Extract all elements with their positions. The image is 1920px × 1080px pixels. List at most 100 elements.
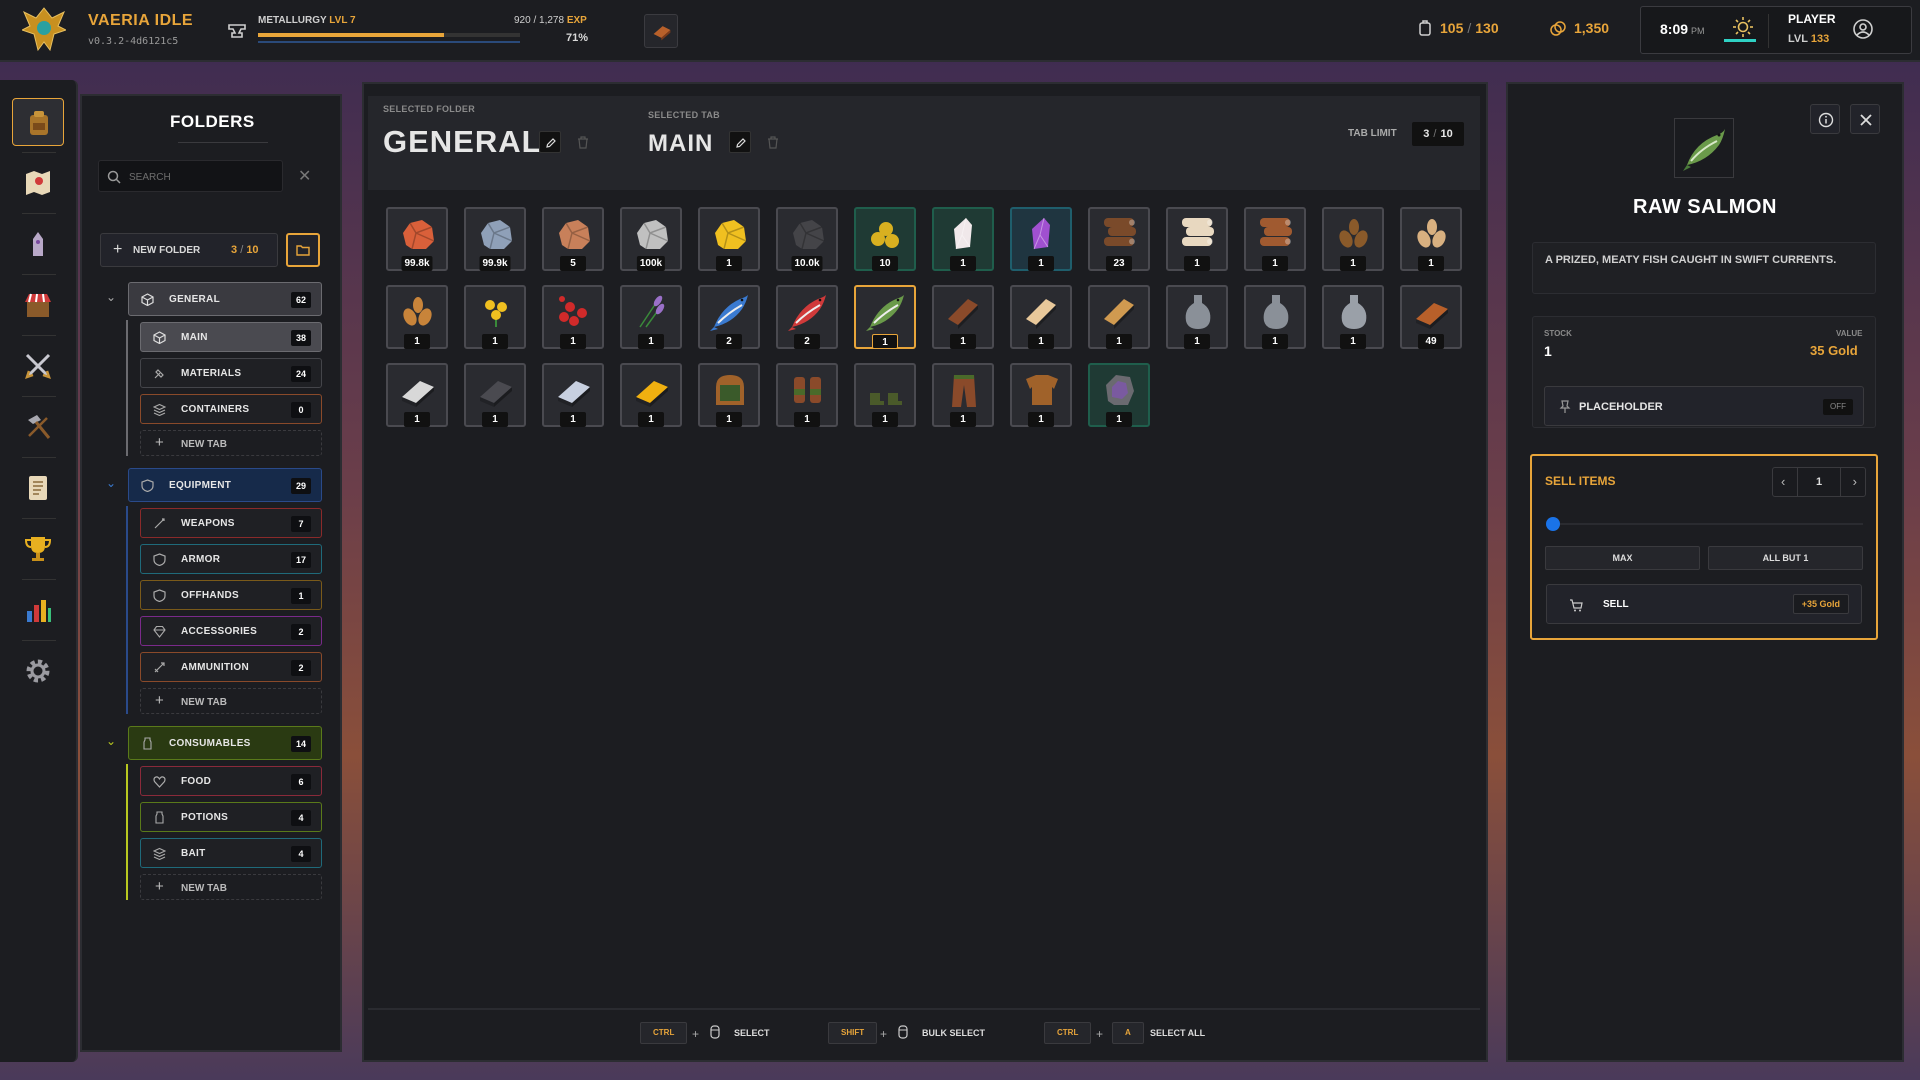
open-folder-button[interactable] [286,233,320,267]
inventory-slot[interactable]: 1 [1400,207,1462,271]
edit-folder-button[interactable] [539,131,561,153]
new-tab-button[interactable]: + NEW TAB [140,430,322,456]
gold-amount: 1,350 [1574,20,1610,36]
inventory-slot[interactable]: 5 [542,207,604,271]
inventory-slot[interactable]: 1 [932,363,994,427]
inventory-slot[interactable]: 1 [698,207,760,271]
inventory-slot[interactable]: 49 [1400,285,1462,349]
inventory-slot[interactable]: 10 [854,207,916,271]
chevron-down-icon[interactable]: ⌄ [106,734,120,748]
inventory-slot[interactable]: 1 [386,285,448,349]
folder-label: CONSUMABLES [169,738,251,749]
placeholder-toggle[interactable]: PLACEHOLDER OFF [1544,386,1864,426]
inventory-slot[interactable]: 1 [854,285,916,349]
close-button[interactable] [1850,104,1880,134]
max-button[interactable]: MAX [1545,546,1700,570]
nav-trophy-button[interactable] [12,525,64,573]
inventory-slot[interactable]: 1 [698,363,760,427]
trash-icon[interactable] [766,135,780,149]
sell-slider-handle[interactable] [1546,517,1560,531]
inventory-slot[interactable]: 1 [1244,285,1306,349]
inventory-slot[interactable]: 1 [1088,285,1150,349]
trash-icon[interactable] [576,135,590,149]
nav-backpack-button[interactable] [12,98,64,146]
tab-containers[interactable]: CONTAINERS 0 [140,394,322,424]
tab-materials[interactable]: MATERIALS 24 [140,358,322,388]
nav-map-button[interactable] [12,159,64,207]
inventory-slot[interactable]: 2 [698,285,760,349]
inventory-slot[interactable]: 1 [1010,207,1072,271]
edit-tab-button[interactable] [729,131,751,153]
nav-hammer-button[interactable] [12,403,64,451]
chevron-down-icon[interactable]: ⌄ [106,290,120,304]
inventory-slot[interactable]: 1 [542,285,604,349]
folder-general[interactable]: GENERAL 62 [128,282,322,316]
inventory-slot[interactable]: 1 [1010,285,1072,349]
sell-slider-track[interactable] [1553,523,1863,525]
info-button[interactable] [1810,104,1840,134]
sell-quantity[interactable]: 1 [1797,468,1841,496]
nav-stats-button[interactable] [12,586,64,634]
inventory-slot[interactable]: 1 [464,363,526,427]
inventory-slot[interactable]: 1 [1166,207,1228,271]
tab-ammunition[interactable]: AMMUNITION 2 [140,652,322,682]
new-folder-button[interactable]: + NEW FOLDER 3 / 10 [100,233,278,267]
tab-food[interactable]: FOOD 6 [140,766,322,796]
new-tab-button[interactable]: + NEW TAB [140,688,322,714]
chevron-right-icon[interactable]: › [1853,474,1857,489]
inventory-slot[interactable]: 1 [542,363,604,427]
inventory-slot[interactable]: 1 [620,285,682,349]
inventory-slot[interactable]: 1 [932,207,994,271]
user-icon[interactable] [1852,18,1874,40]
search-input[interactable] [129,167,274,187]
nav-shop-button[interactable] [12,281,64,329]
inventory-slot[interactable]: 99.8k [386,207,448,271]
tab-offhands[interactable]: OFFHANDS 1 [140,580,322,610]
sell-quantity-stepper[interactable]: ‹ 1 › [1772,467,1866,497]
folder-consumables[interactable]: CONSUMABLES 14 [128,726,322,760]
tab-main[interactable]: MAIN 38 [140,322,322,352]
inventory-slot[interactable]: 2 [776,285,838,349]
search-icon [107,170,121,184]
inventory-slot[interactable]: 1 [464,285,526,349]
empty-vial-icon [1185,295,1211,329]
inventory-slot[interactable]: 1 [386,363,448,427]
inventory-slot[interactable]: 10.0k [776,207,838,271]
tab-weapons[interactable]: WEAPONS 7 [140,508,322,538]
inventory-slot[interactable]: 1 [1322,207,1384,271]
inventory-slot[interactable]: 1 [854,363,916,427]
nav-gear-button[interactable] [12,647,64,695]
inventory-slot[interactable]: 1 [1010,363,1072,427]
inventory-slot[interactable]: 1 [1088,363,1150,427]
inventory-slot[interactable]: 1 [620,363,682,427]
plus-icon: + [155,878,164,895]
tab-armor[interactable]: ARMOR 17 [140,544,322,574]
chevron-down-icon[interactable]: ⌄ [106,476,120,490]
nav-scroll-button[interactable] [12,464,64,512]
inventory-slot[interactable]: 23 [1088,207,1150,271]
inventory-slot[interactable]: 1 [1166,285,1228,349]
inventory-slot[interactable]: 1 [776,363,838,427]
selected-tab-name: MAIN [648,130,714,157]
sell-button[interactable]: SELL +35 Gold [1546,584,1862,624]
clear-search-icon[interactable]: ✕ [298,166,311,186]
inventory-slot[interactable]: 100k [620,207,682,271]
inventory-slot[interactable]: 1 [1244,207,1306,271]
folders-title: FOLDERS [170,112,255,131]
tab-potions[interactable]: POTIONS 4 [140,802,322,832]
tab-bait[interactable]: BAIT 4 [140,838,322,868]
chevron-left-icon[interactable]: ‹ [1781,474,1785,489]
inventory-slot[interactable]: 1 [1322,285,1384,349]
pencil-icon [546,138,556,148]
tab-accessories[interactable]: ACCESSORIES 2 [140,616,322,646]
nav-tower-button[interactable] [12,220,64,268]
inventory-slot[interactable]: 1 [932,285,994,349]
inventory-slot[interactable]: 99.9k [464,207,526,271]
item-quantity: 1 [482,334,508,349]
tab-count-badge: 2 [291,660,311,676]
quick-slot[interactable] [644,14,678,48]
folder-equipment[interactable]: EQUIPMENT 29 [128,468,322,502]
all-but-one-button[interactable]: ALL BUT 1 [1708,546,1863,570]
nav-swords-button[interactable] [12,342,64,390]
new-tab-button[interactable]: + NEW TAB [140,874,322,900]
